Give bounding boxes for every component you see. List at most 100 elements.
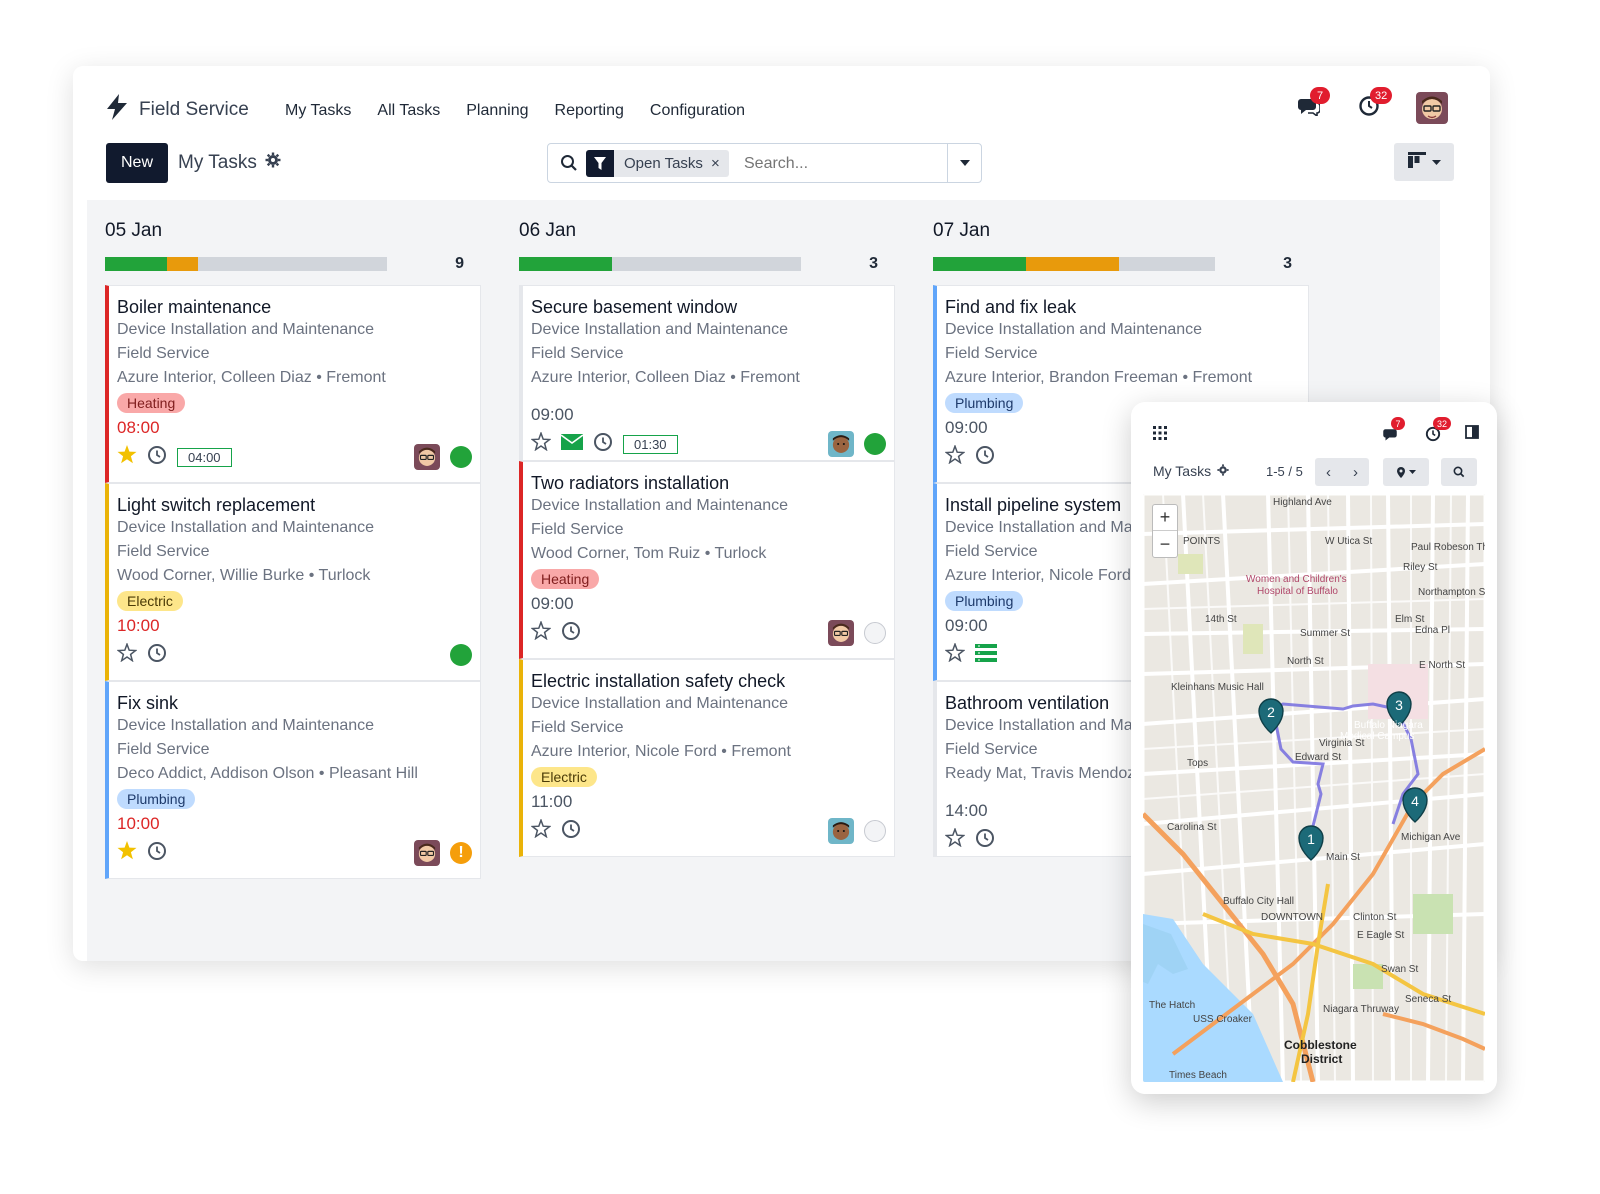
app-brand[interactable]: Field Service [107,94,249,125]
mobile-activities-button[interactable]: 32 [1423,417,1451,444]
menu-configuration[interactable]: Configuration [650,102,745,120]
column-count: 3 [869,255,878,272]
task-service: Field Service [531,345,624,362]
mobile-search-button[interactable] [1441,458,1477,486]
task-card[interactable]: Light switch replacement Device Installa… [105,483,481,681]
chevron-right-icon[interactable]: › [1342,464,1369,481]
progress-done-segment[interactable] [933,257,1027,271]
zoom-out-button[interactable]: − [1153,531,1177,557]
star-icon[interactable] [944,444,966,469]
star-icon[interactable] [944,827,966,852]
assignee-avatar[interactable] [828,818,854,844]
messages-button[interactable]: 7 [1296,87,1330,121]
task-time: 11:00 [531,792,573,811]
activity-clock-icon[interactable] [147,841,167,866]
activity-clock-icon[interactable] [593,432,613,457]
pager-value[interactable]: 1-5 / 5 [1266,464,1303,479]
map-label: Summer St [1300,628,1351,639]
column-progress-bar[interactable] [519,257,801,271]
task-card[interactable]: Two radiators installation Device Instal… [519,461,895,659]
assignee-avatar[interactable] [828,620,854,646]
activity-clock-icon[interactable] [147,643,167,668]
column-progress-bar[interactable] [105,257,387,271]
task-customer: Azure Interior, Brandon Freeman • Fremon… [945,369,1253,386]
task-customer: Azure Interior, Colleen Diaz • Fremont [531,369,800,386]
progress-done-segment[interactable] [105,257,168,271]
view-switcher[interactable] [1394,143,1454,181]
map-label: Hospital of Buffalo [1257,586,1338,597]
map-label: Paul Robeson Th [1411,542,1485,553]
gear-icon[interactable] [265,152,281,174]
assignee-avatar[interactable] [414,840,440,866]
map-label: E Eagle St [1357,930,1405,941]
chevron-left-icon[interactable]: ‹ [1315,464,1342,481]
view-title: My Tasks [178,152,257,173]
task-card[interactable]: Fix sink Device Installation and Mainten… [105,681,481,879]
activity-clock-icon[interactable] [975,828,995,853]
zoom-in-button[interactable]: + [1153,505,1177,531]
task-project: Device Installation and Maintenance [531,497,789,514]
sidebar-toggle-icon[interactable] [1465,424,1479,444]
assignee-avatar[interactable] [414,444,440,470]
map-label: Tops [1187,758,1209,769]
gear-icon[interactable] [1217,463,1229,479]
star-icon[interactable] [530,431,552,456]
column-title: 06 Jan [519,220,577,241]
activity-clock-icon[interactable] [975,445,995,470]
task-title: Secure basement window [531,297,738,317]
route-map[interactable]: 1 2 3 4 + − Highland Ave W Utica St Paul R… [1143,494,1485,1082]
progress-done-segment[interactable] [519,257,613,271]
star-icon[interactable] [116,642,138,667]
task-title: Light switch replacement [117,495,316,515]
activity-clock-icon[interactable] [147,445,167,470]
mobile-messages-button[interactable]: 7 [1381,417,1405,444]
progress-inprogress-segment[interactable] [1026,257,1120,271]
task-card[interactable]: Electric installation safety check Devic… [519,659,895,857]
map-label: Kleinhans Music Hall [1171,682,1264,693]
map-label: Carolina St [1167,822,1217,833]
map-label: POINTS [1183,536,1221,547]
activity-clock-icon[interactable] [561,819,581,844]
task-title: Fix sink [117,693,179,713]
status-green-icon[interactable] [450,644,472,666]
progress-inprogress-segment[interactable] [167,257,199,271]
remove-filter-icon[interactable]: × [711,155,729,172]
status-green-icon[interactable] [450,446,472,468]
activity-clock-icon[interactable] [561,621,581,646]
menu-planning[interactable]: Planning [466,102,528,120]
search-options-toggle[interactable] [947,144,981,182]
column-count: 9 [455,255,464,272]
apps-grid-icon[interactable] [1153,426,1167,445]
activities-button[interactable]: 32 [1356,87,1393,121]
menu-reporting[interactable]: Reporting [555,102,624,120]
new-button[interactable]: New [106,143,168,183]
task-footer [116,641,472,669]
svg-text:4: 4 [1411,793,1419,809]
map-view-switcher[interactable] [1383,458,1429,486]
star-icon[interactable] [530,818,552,843]
user-avatar[interactable] [1416,92,1448,124]
map-label: Edward St [1295,752,1342,763]
search-input[interactable] [744,151,944,177]
task-card[interactable]: Boiler maintenance Device Installation a… [105,285,481,483]
map-label: North St [1287,656,1324,667]
star-icon[interactable] [530,620,552,645]
status-normal-icon[interactable] [864,820,886,842]
list-icon[interactable] [975,643,997,667]
menu-all-tasks[interactable]: All Tasks [377,102,440,120]
systray: 7 32 [1296,87,1448,124]
star-filled-icon[interactable] [117,841,137,865]
search-bar[interactable]: Open Tasks × [547,143,982,183]
filter-facet[interactable]: Open Tasks × [586,150,729,177]
star-icon[interactable] [944,642,966,667]
column-progress-bar[interactable] [933,257,1215,271]
assignee-avatar[interactable] [828,431,854,457]
status-normal-icon[interactable] [864,622,886,644]
star-filled-icon[interactable] [117,445,137,469]
menu-my-tasks[interactable]: My Tasks [285,102,351,120]
email-icon[interactable] [560,433,584,455]
task-tag: Electric [531,767,597,787]
warning-icon[interactable]: ! [450,842,472,864]
status-green-icon[interactable] [864,433,886,455]
task-card[interactable]: Secure basement window Device Installati… [519,285,895,461]
